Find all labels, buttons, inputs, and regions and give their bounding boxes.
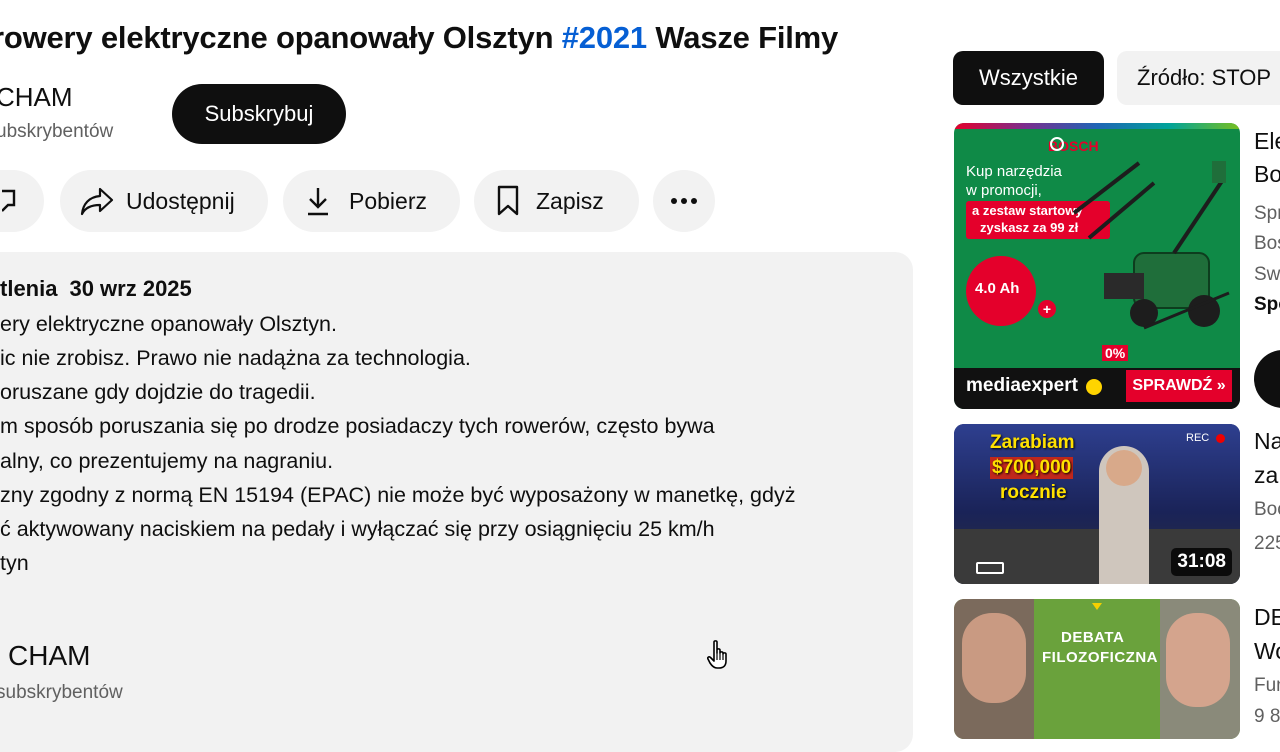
face-image bbox=[1106, 450, 1142, 486]
brand-mark-icon bbox=[1050, 137, 1064, 151]
description-line: tyn bbox=[0, 551, 29, 575]
download-button[interactable]: Pobierz bbox=[283, 170, 460, 232]
more-horizontal-icon bbox=[671, 198, 697, 204]
description-line: ic nie zrobisz. Prawo nie nadążna za tec… bbox=[0, 346, 471, 370]
thumbs-down-icon bbox=[2, 189, 16, 212]
save-label: Zapisz bbox=[536, 187, 604, 214]
description-line: oruszane gdy dojdzie do tragedii. bbox=[0, 380, 316, 404]
ad-cta-button[interactable]: SPRAWDŹ » bbox=[1126, 370, 1232, 402]
description-line: m sposób poruszania się po drodze posiad… bbox=[0, 414, 715, 438]
sidebar-item-meta: Boo bbox=[1254, 499, 1280, 520]
sidebar-item-title-2[interactable]: Bo bbox=[1254, 161, 1280, 188]
description-line: ć aktywowany naciskiem na pedały i wyłąc… bbox=[0, 517, 715, 541]
video-title-tail: Wasze Filmy bbox=[646, 20, 839, 55]
sponsored-label: Spo bbox=[1254, 294, 1280, 315]
video-title: rowery elektryczne opanowały Olsztyn #20… bbox=[0, 20, 838, 56]
zero-percent-badge: 0% bbox=[1102, 345, 1129, 361]
thumb-text-2: $700,000 bbox=[990, 457, 1074, 479]
hand-cursor-icon bbox=[707, 640, 727, 669]
download-icon bbox=[308, 188, 328, 216]
store-logo: mediaexpert bbox=[966, 375, 1078, 396]
thumb-text: DEBATA bbox=[1061, 629, 1125, 646]
share-icon bbox=[80, 187, 114, 216]
hashtag-link[interactable]: #2021 bbox=[562, 20, 647, 55]
ad-thumbnail[interactable]: BOSCH Kup narzędzia w promocji, a zestaw… bbox=[954, 123, 1240, 409]
person-image bbox=[962, 613, 1026, 703]
sidebar-item-meta: Bos bbox=[1254, 233, 1280, 254]
subscriber-count: ubskrybentów bbox=[0, 121, 114, 142]
ad-headline-2: w promocji, bbox=[966, 182, 1042, 199]
rec-dot-icon bbox=[1216, 434, 1225, 443]
share-label: Udostępnij bbox=[126, 187, 235, 214]
description-meta: tlenia 30 wrz 2025 bbox=[0, 276, 192, 302]
sidebar-item-meta: 9 8 bbox=[1254, 706, 1280, 727]
save-button[interactable]: Zapisz bbox=[474, 170, 639, 232]
channel-name[interactable]: CHAM bbox=[0, 82, 73, 113]
lawn-mower-image bbox=[1072, 161, 1230, 330]
view-count: tlenia bbox=[0, 276, 58, 301]
description-line: zny zgodny z normą EN 15194 (EPAC) nie m… bbox=[0, 483, 796, 507]
share-button[interactable]: Udostępnij bbox=[60, 170, 268, 232]
sidebar-item-title-2[interactable]: za bbox=[1254, 462, 1278, 489]
sidebar-item-title-2[interactable]: Wo bbox=[1254, 638, 1280, 665]
chip-all[interactable]: Wszystkie bbox=[953, 51, 1104, 105]
battery-label: 4.0 Ah bbox=[975, 280, 1020, 297]
plus-icon: + bbox=[1038, 300, 1056, 318]
download-label: Pobierz bbox=[349, 187, 427, 214]
upload-date: 30 wrz 2025 bbox=[69, 276, 192, 301]
sidebar-item-meta: Sw bbox=[1254, 264, 1280, 285]
more-actions-button[interactable] bbox=[653, 170, 715, 232]
chip-source[interactable]: Źródło: STOP bbox=[1117, 51, 1280, 105]
sidebar-item-title[interactable]: Ele bbox=[1254, 128, 1280, 155]
battery-badge: 4.0 Ah bbox=[966, 256, 1036, 326]
triangle-icon bbox=[1092, 603, 1102, 610]
video-thumbnail[interactable]: Zarabiam $700,000 rocznie REC 31:08 bbox=[954, 424, 1240, 584]
thumb-text-2: FILOZOFICZNA bbox=[1042, 649, 1158, 666]
sidebar-item-title[interactable]: Na bbox=[1254, 428, 1280, 455]
ad-action-button[interactable] bbox=[1254, 350, 1280, 408]
battery-icon bbox=[976, 562, 1004, 574]
sidebar-item-title[interactable]: DE bbox=[1254, 604, 1280, 631]
rec-indicator: REC bbox=[1186, 432, 1210, 444]
person-image bbox=[1166, 613, 1230, 707]
bookmark-icon bbox=[497, 185, 519, 216]
description-line: alny, co prezentujemy na nagraniu. bbox=[0, 449, 334, 473]
video-thumbnail[interactable]: DEBATA FILOZOFICZNA bbox=[954, 599, 1240, 739]
description-line: ery elektryczne opanowały Olsztyn. bbox=[0, 312, 337, 336]
thumb-text-3: rocznie bbox=[1000, 482, 1067, 503]
subscribe-button[interactable]: Subskrybuj bbox=[172, 84, 346, 144]
sidebar-item-meta: Spr bbox=[1254, 203, 1280, 224]
thumb-text: Zarabiam bbox=[990, 432, 1075, 453]
description-subscriber-count: subskrybentów bbox=[0, 682, 123, 703]
dislike-button[interactable] bbox=[0, 170, 44, 232]
video-title-text: rowery elektryczne opanowały Olsztyn bbox=[0, 20, 562, 55]
ad-headline: Kup narzędzia bbox=[966, 163, 1062, 180]
sidebar-item-meta: 225 bbox=[1254, 533, 1280, 554]
duration-badge: 31:08 bbox=[1171, 548, 1232, 576]
sidebar-item-meta: Fun bbox=[1254, 675, 1280, 696]
play-icon bbox=[1086, 379, 1102, 395]
description-channel-name[interactable]: CHAM bbox=[8, 640, 90, 672]
